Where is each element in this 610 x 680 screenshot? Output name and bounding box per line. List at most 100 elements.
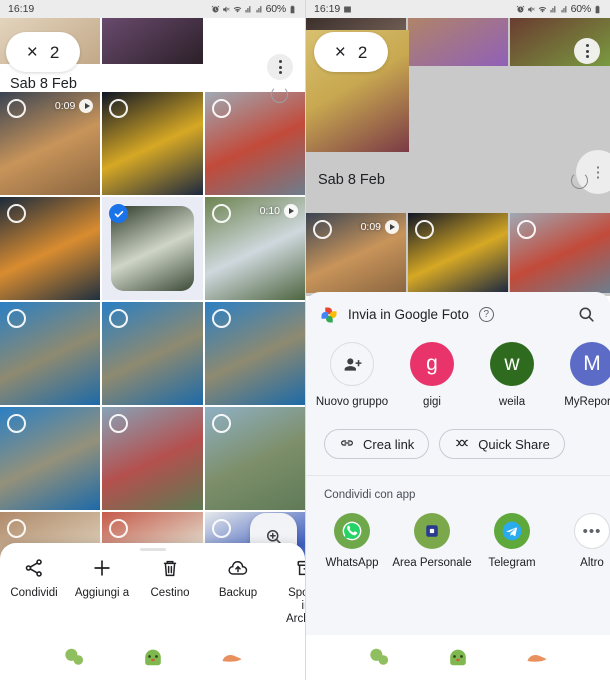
dual-screenshot-composite: 16:19 60% × 2 Sab 8 Feb 0:09 0:10 Condiv…	[0, 0, 610, 680]
photo-grid-cell[interactable]	[204, 302, 305, 405]
photo-grid-cell[interactable]: 0:09	[0, 92, 101, 195]
signal-icon	[255, 5, 264, 14]
selection-count-chip[interactable]: × 2	[6, 32, 80, 72]
action-label: Cestino	[150, 587, 190, 599]
back-blob[interactable]	[524, 647, 550, 669]
checkbox-icon[interactable]	[211, 519, 231, 538]
photo-grid-cell[interactable]	[0, 407, 101, 510]
status-bar-left-group: 16:19	[314, 3, 352, 15]
back-blob[interactable]	[219, 647, 245, 669]
right-panel-share-sheet: 16:19 60% × 2 ⋮ Sab 8 Feb 0:09 Invia in …	[305, 0, 610, 680]
navigation-bar-left	[0, 635, 305, 680]
checkbox-icon[interactable]	[211, 99, 231, 118]
photo-grid-cell[interactable]: 0:09	[306, 213, 406, 293]
battery-icon	[593, 5, 602, 14]
add-person-icon	[330, 342, 374, 386]
checkbox-icon[interactable]	[7, 99, 26, 118]
photo-grid-cell[interactable]	[510, 213, 610, 293]
archive-icon	[295, 557, 305, 579]
action-trash[interactable]: Cestino	[136, 557, 204, 600]
home-blob[interactable]	[140, 647, 166, 669]
app-altro[interactable]: ••• Altro	[552, 513, 610, 569]
share-sheet-header: Invia in Google Foto ?	[306, 292, 610, 328]
play-icon[interactable]	[284, 204, 298, 218]
play-icon[interactable]	[385, 220, 399, 234]
checkbox-icon[interactable]	[415, 220, 434, 239]
app-telegram[interactable]: Telegram	[472, 513, 552, 569]
help-icon[interactable]: ?	[478, 307, 494, 322]
whatsapp-icon	[334, 513, 370, 550]
contact-name: gigi	[423, 396, 441, 408]
action-archive[interactable]: Sposta in Archivio	[272, 557, 305, 627]
quick-share-label: Quick Share	[478, 436, 550, 452]
cloud-upload-icon	[227, 557, 249, 579]
mute-icon	[527, 5, 536, 14]
photo-grid-cell[interactable]: 0:10	[204, 197, 305, 300]
photo-strip-second-right: 0:09	[306, 213, 610, 293]
loading-spinner	[271, 86, 288, 103]
new-group-button[interactable]: Nuovo gruppo	[312, 342, 392, 409]
action-share[interactable]: Condividi	[0, 557, 68, 600]
app-whatsapp[interactable]: WhatsApp	[312, 513, 392, 569]
checkbox-icon[interactable]	[211, 309, 231, 328]
recents-blob[interactable]	[366, 647, 392, 669]
status-time: 16:19	[314, 3, 341, 15]
quick-actions-row: Crea link Quick Share	[306, 415, 610, 477]
drag-handle[interactable]	[139, 548, 166, 551]
checkbox-icon[interactable]	[313, 220, 332, 239]
contact-MyReports[interactable]: M MyReports	[552, 342, 610, 409]
contact-weila[interactable]: w weila	[472, 342, 552, 409]
play-icon[interactable]	[79, 99, 94, 113]
status-time: 16:19	[8, 3, 35, 15]
video-duration-badge: 0:09	[55, 99, 94, 113]
overflow-menu-button[interactable]	[267, 54, 293, 80]
photo-grid-cell[interactable]	[102, 302, 203, 405]
wifi-icon	[233, 5, 242, 14]
photo-grid-cell[interactable]	[102, 197, 203, 300]
action-backup[interactable]: Backup	[204, 557, 272, 600]
link-icon	[339, 436, 355, 453]
checkbox-icon[interactable]	[517, 220, 536, 239]
checkbox-icon[interactable]	[7, 414, 26, 433]
quick-share-button[interactable]: Quick Share	[439, 429, 565, 460]
close-icon[interactable]: ×	[335, 43, 346, 62]
home-blob[interactable]	[445, 647, 471, 669]
photo-grid-cell[interactable]	[0, 302, 101, 405]
photo-grid-cell[interactable]	[102, 407, 203, 510]
photo-grid-cell[interactable]	[102, 92, 203, 195]
close-icon[interactable]: ×	[27, 43, 38, 62]
contact-gigi[interactable]: g gigi	[392, 342, 472, 409]
checkbox-icon[interactable]	[211, 204, 231, 223]
app-area-personale[interactable]: Area Personale	[392, 513, 472, 569]
selection-count: 2	[49, 42, 60, 62]
overflow-menu-button[interactable]	[574, 38, 600, 64]
photo-tile	[408, 18, 508, 66]
photo-grid-cell[interactable]	[204, 407, 305, 510]
photo-grid-cell[interactable]	[408, 213, 508, 293]
date-header-right: Sab 8 Feb	[318, 172, 385, 188]
checkbox-icon[interactable]	[7, 204, 26, 223]
photo-grid-cell[interactable]	[204, 92, 305, 195]
photo-grid-cell[interactable]	[0, 197, 101, 300]
mute-icon	[222, 5, 231, 14]
checkbox-icon[interactable]	[7, 309, 26, 328]
quick-share-icon	[454, 436, 470, 453]
wifi-icon	[538, 5, 547, 14]
selection-count-chip[interactable]: × 2	[314, 32, 388, 72]
status-bar-right-group: 60%	[211, 3, 297, 15]
contact-name: MyReports	[564, 396, 610, 408]
checkbox-icon[interactable]	[211, 414, 231, 433]
battery-percent: 60%	[570, 3, 592, 15]
contact-name: Nuovo gruppo	[315, 396, 389, 408]
search-icon[interactable]	[577, 305, 596, 324]
create-link-button[interactable]: Crea link	[324, 429, 430, 460]
google-photos-icon	[320, 306, 338, 324]
signal-icon	[244, 5, 253, 14]
status-bar-right: 16:19 60%	[306, 0, 610, 18]
signal-icon	[549, 5, 558, 14]
recents-blob[interactable]	[61, 647, 87, 669]
share-icon	[23, 557, 45, 579]
alarm-icon	[516, 5, 525, 14]
checkbox-icon[interactable]	[7, 519, 26, 538]
action-add-to[interactable]: Aggiungi a	[68, 557, 136, 600]
